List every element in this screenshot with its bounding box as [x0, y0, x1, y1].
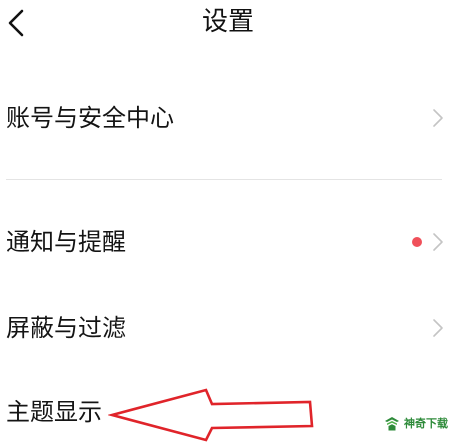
chevron-right-icon: [433, 109, 443, 127]
settings-item-label: 通知与提醒: [6, 228, 126, 256]
annotation-arrow-icon: [108, 388, 314, 442]
settings-item-label: 账号与安全中心: [6, 104, 174, 132]
settings-item-notifications[interactable]: 通知与提醒: [0, 212, 456, 272]
chevron-right-icon: [433, 233, 443, 251]
watermark-logo-icon: [385, 417, 399, 431]
settings-item-account-security[interactable]: 账号与安全中心: [0, 88, 456, 148]
settings-item-label: 主题显示: [6, 398, 102, 426]
watermark: 神奇下载: [384, 416, 448, 432]
watermark-text: 神奇下载: [404, 417, 448, 430]
chevron-right-icon: [433, 319, 443, 337]
section-divider: [6, 179, 442, 180]
settings-item-label: 屏蔽与过滤: [6, 314, 126, 342]
settings-item-block-filter[interactable]: 屏蔽与过滤: [0, 298, 456, 358]
page-title: 设置: [201, 7, 254, 37]
header-bar: 设置: [0, 0, 456, 50]
notification-badge-dot: [412, 237, 422, 247]
